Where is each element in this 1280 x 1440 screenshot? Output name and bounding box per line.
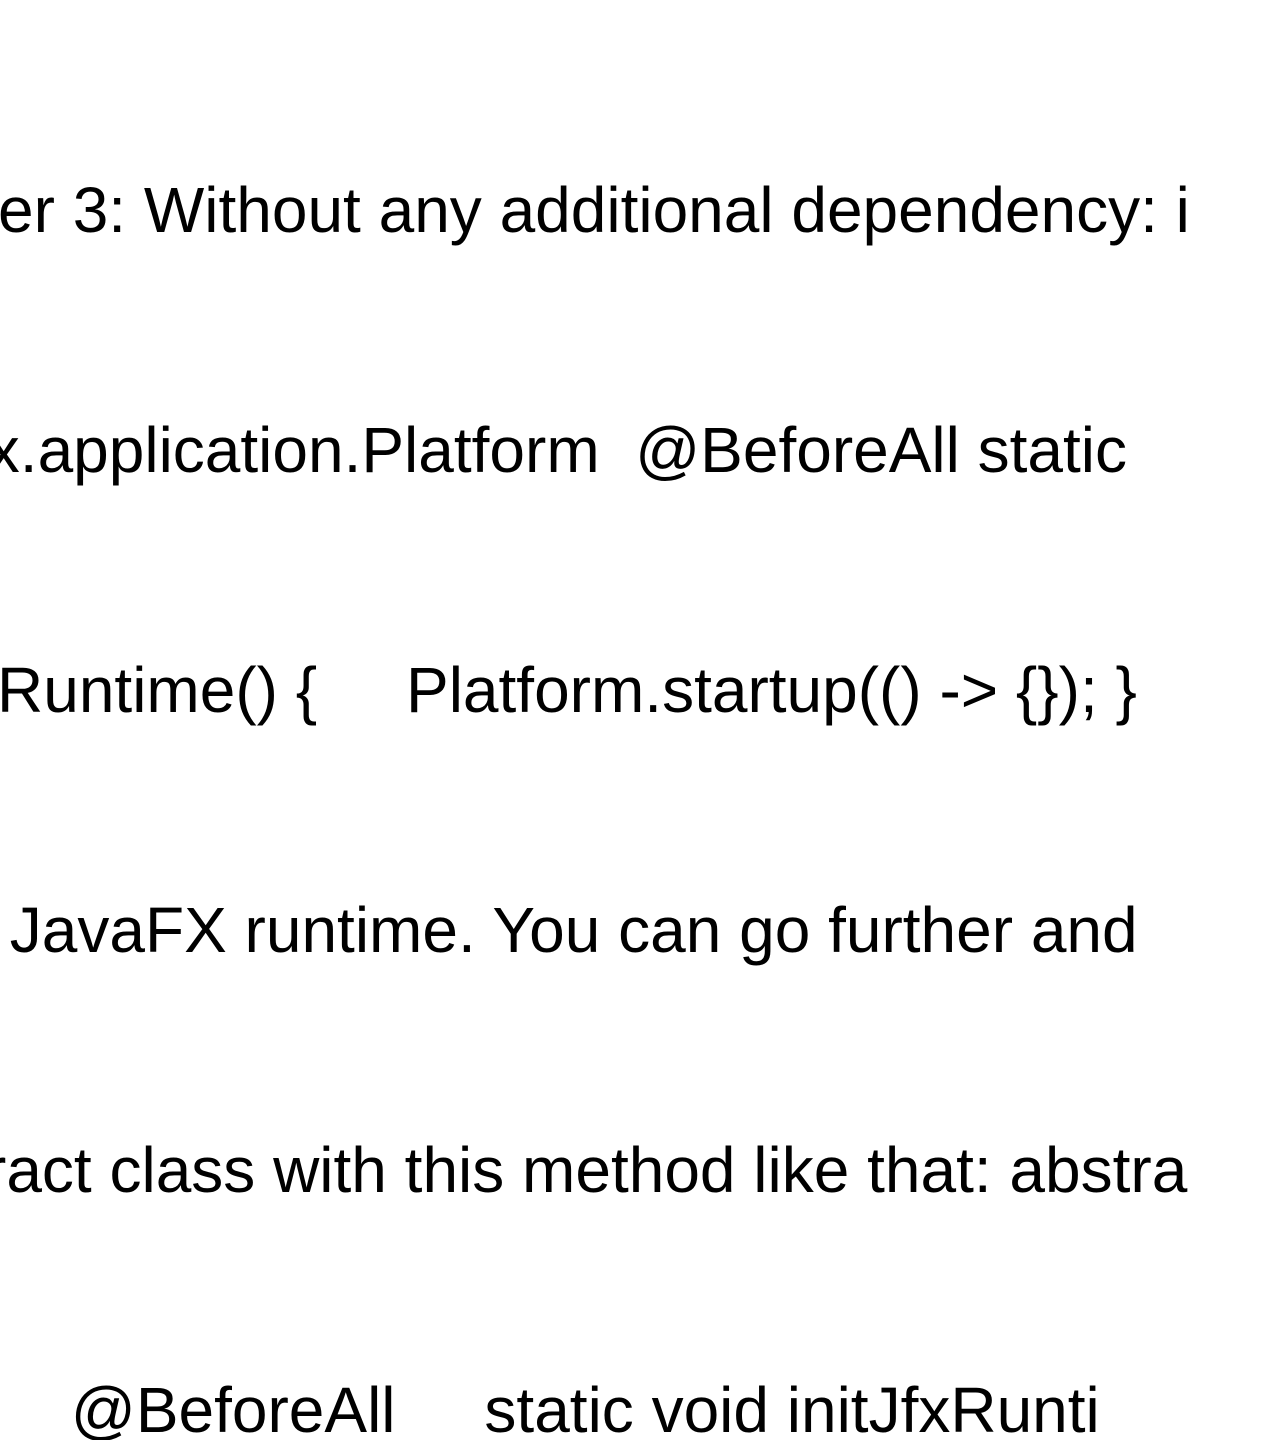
document-text: er 3: Without any additional dependency:…	[0, 10, 1190, 1440]
text-line-5: ract class with this method like that: a…	[0, 1130, 1190, 1210]
text-line-3: xRuntime() { Platform.startup(() -> {});…	[0, 650, 1190, 730]
text-line-4: s JavaFX runtime. You can go further and	[0, 890, 1190, 970]
text-line-1: er 3: Without any additional dependency:…	[0, 170, 1190, 250]
text-line-2: fx.application.Platform @BeforeAll stati…	[0, 410, 1190, 490]
text-line-6: t { @BeforeAll static void initJfxRunti	[0, 1370, 1190, 1440]
